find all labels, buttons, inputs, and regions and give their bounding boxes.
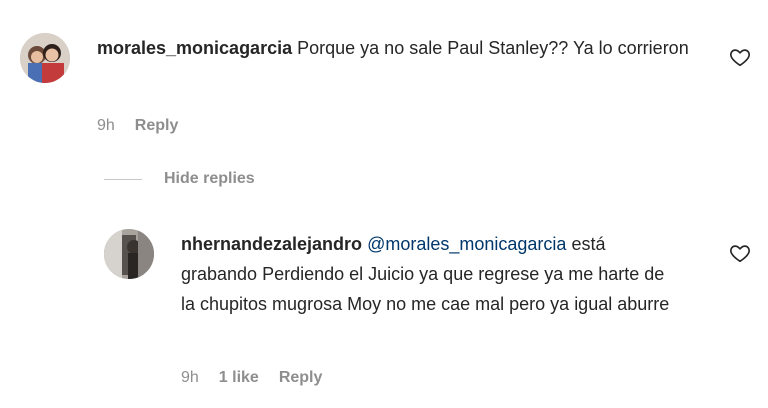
comment-body: Porque ya no sale Paul Stanley?? Ya lo c… — [297, 38, 689, 58]
comment-meta: 9h Reply — [97, 117, 178, 135]
likes-count[interactable]: 1 like — [219, 369, 259, 387]
comment-time[interactable]: 9h — [97, 117, 115, 135]
comment-username[interactable]: morales_monicagarcia — [97, 38, 292, 58]
hide-replies-label: Hide replies — [164, 170, 255, 187]
heart-outline-icon[interactable] — [729, 242, 751, 264]
reply-text: nhernandezalejandro @morales_monicagarci… — [181, 229, 681, 319]
mention-link[interactable]: @morales_monicagarcia — [367, 234, 566, 254]
reply-time[interactable]: 9h — [181, 369, 199, 387]
reply-button[interactable]: Reply — [279, 369, 323, 387]
reply-username[interactable]: nhernandezalejandro — [181, 234, 362, 254]
avatar[interactable] — [20, 33, 70, 83]
heart-outline-icon[interactable] — [729, 46, 751, 68]
reply-meta: 9h 1 like Reply — [181, 369, 322, 387]
hide-replies-button[interactable]: Hide replies — [104, 170, 255, 188]
divider-line — [104, 178, 142, 180]
comment-text: morales_monicagarcia Porque ya no sale P… — [97, 33, 707, 63]
avatar[interactable] — [104, 229, 154, 279]
reply-button[interactable]: Reply — [135, 117, 179, 135]
